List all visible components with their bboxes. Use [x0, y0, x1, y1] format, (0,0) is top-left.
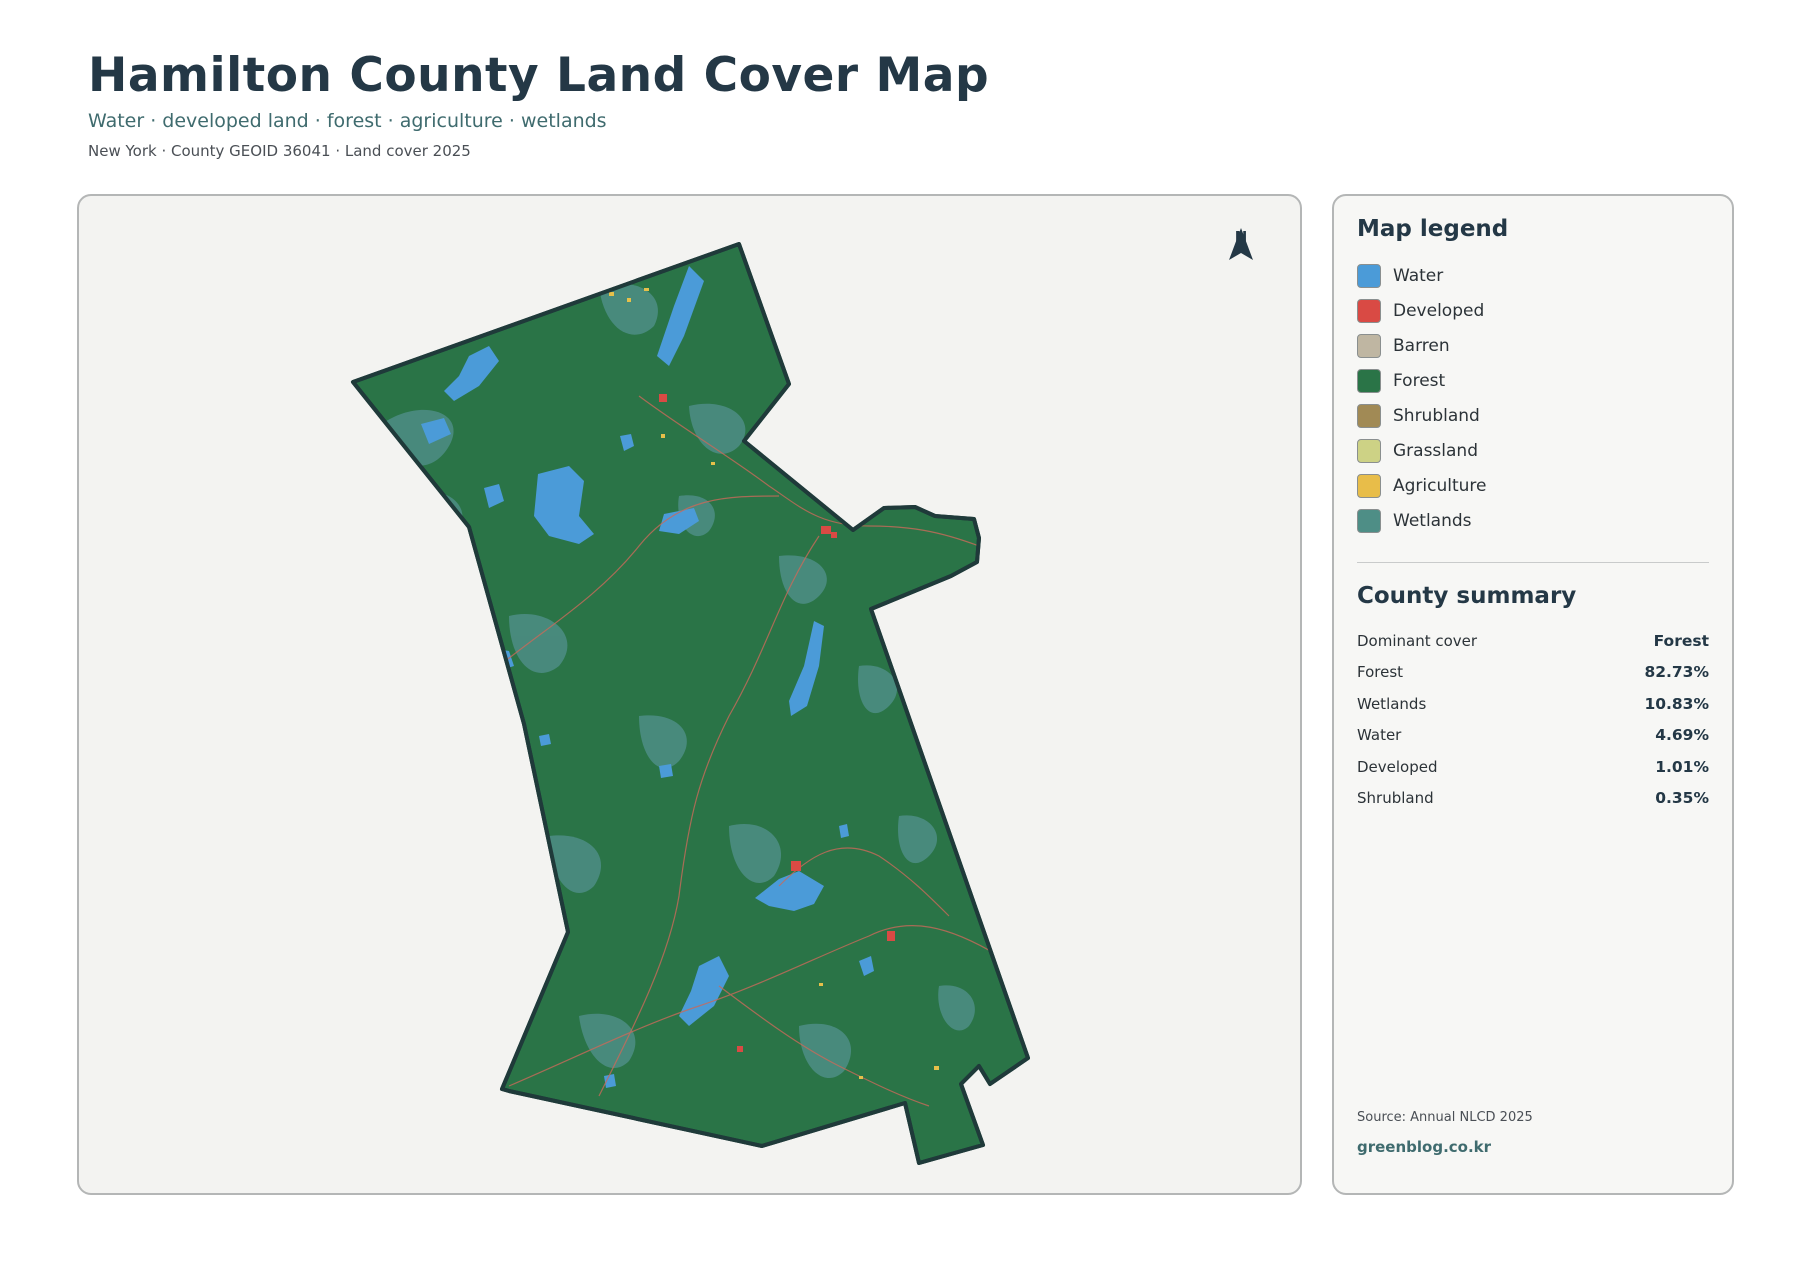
- legend-label: Developed: [1393, 300, 1485, 321]
- summary-row: Wetlands 10.83%: [1357, 688, 1709, 720]
- summary-value: 0.35%: [1655, 789, 1709, 808]
- summary-label: Shrubland: [1357, 789, 1434, 808]
- county-map[interactable]: [79, 196, 1302, 1195]
- page-subtitle: Water · developed land · forest · agricu…: [88, 109, 607, 132]
- summary-label: Developed: [1357, 757, 1438, 776]
- swatch-grassland: [1357, 438, 1381, 463]
- legend-label: Wetlands: [1393, 510, 1472, 531]
- summary-table: Dominant cover Forest Forest 82.73% Wetl…: [1357, 625, 1709, 814]
- legend-item-barren: Barren: [1357, 328, 1709, 363]
- summary-row: Water 4.69%: [1357, 720, 1709, 752]
- header: Hamilton County Land Cover Map Water · d…: [88, 50, 989, 160]
- divider: [1357, 562, 1709, 563]
- swatch-developed: [1357, 298, 1381, 323]
- legend-title: Map legend: [1357, 216, 1509, 242]
- summary-row: Forest 82.73%: [1357, 657, 1709, 689]
- summary-row: Shrubland 0.35%: [1357, 783, 1709, 815]
- legend-item-grassland: Grassland: [1357, 433, 1709, 468]
- legend-item-forest: Forest: [1357, 363, 1709, 398]
- summary-value: 10.83%: [1644, 694, 1709, 713]
- summary-value: 1.01%: [1655, 757, 1709, 776]
- page-title: Hamilton County Land Cover Map: [88, 48, 990, 103]
- swatch-wetlands: [1357, 508, 1381, 533]
- legend-item-agriculture: Agriculture: [1357, 468, 1709, 503]
- summary-title: County summary: [1357, 583, 1577, 609]
- swatch-agriculture: [1357, 473, 1381, 498]
- summary-label: Wetlands: [1357, 694, 1427, 713]
- side-panel: Map legend Water Developed Barren Forest…: [1332, 194, 1734, 1195]
- swatch-water: [1357, 263, 1381, 288]
- map-panel[interactable]: N: [77, 194, 1302, 1195]
- source-note: Source: Annual NLCD 2025: [1357, 1110, 1533, 1125]
- summary-value: 82.73%: [1644, 663, 1709, 682]
- north-arrow: N: [1226, 226, 1256, 260]
- swatch-barren: [1357, 333, 1381, 358]
- legend-label: Water: [1393, 265, 1444, 286]
- summary-label: Dominant cover: [1357, 631, 1478, 650]
- north-arrow-icon: [1229, 228, 1253, 260]
- summary-label: Water: [1357, 726, 1402, 745]
- swatch-shrubland: [1357, 403, 1381, 428]
- page-meta: New York · County GEOID 36041 · Land cov…: [88, 141, 471, 160]
- summary-value: Forest: [1653, 631, 1709, 650]
- legend-label: Shrubland: [1393, 405, 1480, 426]
- summary-row: Developed 1.01%: [1357, 751, 1709, 783]
- swatch-forest: [1357, 368, 1381, 393]
- summary-row: Dominant cover Forest: [1357, 625, 1709, 657]
- legend-item-water: Water: [1357, 258, 1709, 293]
- legend-item-wetlands: Wetlands: [1357, 503, 1709, 538]
- legend-label: Agriculture: [1393, 475, 1487, 496]
- legend-label: Grassland: [1393, 440, 1478, 461]
- legend-label: Barren: [1393, 335, 1450, 356]
- legend-item-developed: Developed: [1357, 293, 1709, 328]
- site-link[interactable]: greenblog.co.kr: [1357, 1138, 1491, 1156]
- summary-value: 4.69%: [1655, 726, 1709, 745]
- legend-item-shrubland: Shrubland: [1357, 398, 1709, 433]
- legend-label: Forest: [1393, 370, 1446, 391]
- legend-list: Water Developed Barren Forest Shrubland …: [1357, 258, 1709, 538]
- summary-label: Forest: [1357, 663, 1404, 682]
